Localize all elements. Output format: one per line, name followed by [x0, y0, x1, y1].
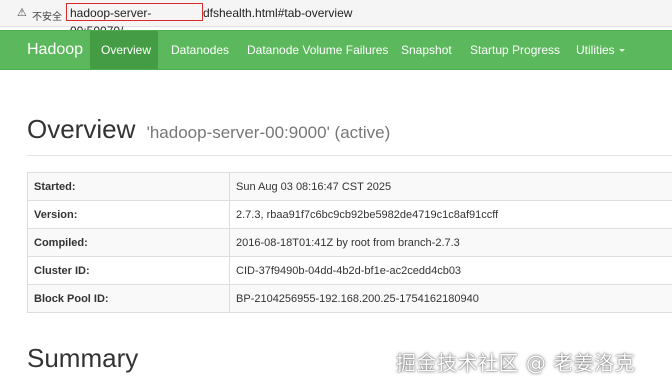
nav-item-datanodes[interactable]: Datanodes [171, 43, 229, 57]
warning-icon: ⚠ [17, 7, 27, 19]
page-title: Overview 'hadoop-server-00:9000' (active… [27, 114, 390, 145]
navbar-brand[interactable]: Hadoop [27, 41, 83, 59]
overview-info-table: Started: Sun Aug 03 08:16:47 CST 2025 Ve… [27, 172, 672, 313]
navbar: Hadoop Overview Datanodes Datanode Volum… [0, 30, 672, 70]
row-value: CID-37f9490b-04dd-4b2d-bf1e-ac2cedd4cb03 [229, 256, 672, 285]
table-row: Started: Sun Aug 03 08:16:47 CST 2025 [27, 172, 672, 201]
row-value: Sun Aug 03 08:16:47 CST 2025 [229, 172, 672, 201]
table-row: Block Pool ID: BP-2104256955-192.168.200… [27, 284, 672, 313]
row-key: Cluster ID: [27, 256, 230, 285]
row-key: Block Pool ID: [27, 284, 230, 313]
security-warning-label: 不安全 [32, 12, 62, 23]
url-path[interactable]: dfshealth.html#tab-overview [203, 6, 352, 20]
nav-item-utilities-label: Utilities [576, 43, 615, 57]
summary-heading: Summary [27, 343, 139, 373]
table-row: Cluster ID: CID-37f9490b-04dd-4b2d-bf1e-… [27, 256, 672, 285]
row-key: Version: [27, 200, 230, 229]
row-key: Started: [27, 172, 230, 201]
page-title-text: Overview [27, 114, 136, 144]
page-subtitle: 'hadoop-server-00:9000' (active) [146, 123, 391, 142]
watermark: 掘金技术社区 @ 老姜洛克 [396, 351, 636, 375]
row-value: 2.7.3, rbaa91f7c6bc9cb92be5982de4719c1c8… [229, 200, 672, 229]
url-host-highlight[interactable]: hadoop-server-00:50070/ [66, 3, 203, 38]
nav-item-overview[interactable]: Overview [101, 43, 151, 57]
row-key: Compiled: [27, 228, 230, 257]
row-value: 2016-08-18T01:41Z by root from branch-2.… [229, 228, 672, 257]
address-bar[interactable]: ⚠ 不安全 hadoop-server-00:50070/ dfshealth.… [0, 0, 672, 38]
nav-item-utilities[interactable]: Utilities [576, 43, 625, 57]
nav-item-startup-progress[interactable]: Startup Progress [470, 43, 560, 57]
nav-item-snapshot[interactable]: Snapshot [401, 43, 452, 57]
table-row: Version: 2.7.3, rbaa91f7c6bc9cb92be5982d… [27, 200, 672, 229]
caret-down-icon [618, 49, 625, 53]
nav-item-datanode-volume-failures[interactable]: Datanode Volume Failures [247, 43, 388, 57]
row-value: BP-2104256955-192.168.200.25-17541621809… [229, 284, 672, 313]
table-row: Compiled: 2016-08-18T01:41Z by root from… [27, 228, 672, 257]
title-divider [27, 155, 672, 156]
